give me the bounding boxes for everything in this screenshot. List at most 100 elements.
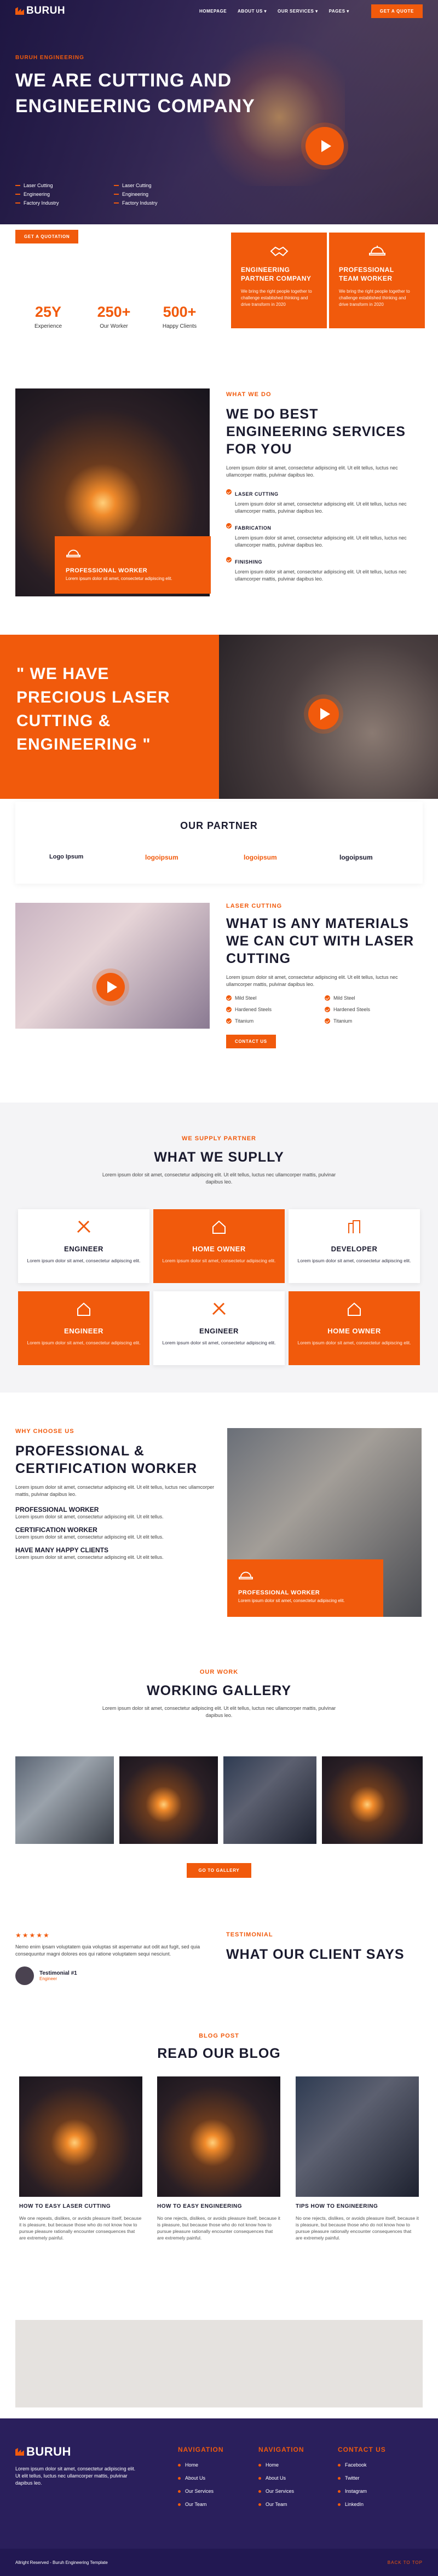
laser-play-button[interactable]	[96, 973, 125, 1001]
house-icon	[348, 1302, 361, 1316]
gallery-section: OUR WORK WORKING GALLERY Lorem ipsum dol…	[0, 1669, 438, 1899]
supply-card-engineer[interactable]: ENGINEER Lorem ipsum dolor sit amet, cons…	[18, 1209, 149, 1283]
instagram-link[interactable]: Instagram	[338, 2488, 386, 2494]
partner-logo[interactable]: logoipsum	[145, 854, 178, 861]
partner-logo[interactable]: logoipsum	[339, 854, 373, 861]
footer-contact: CONTACT US Facebook Twitter Instagram Linke…	[338, 2446, 386, 2507]
material-item: Titanium	[226, 1018, 325, 1025]
choose-item: HAVE MANY HAPPY CLIENTS Lorem ipsum dolor…	[15, 1546, 164, 1560]
feature-card-partner: ENGINEERING PARTNER COMPANY We bring the…	[231, 233, 327, 328]
quote-banner: " WE HAVE PRECIOUS LASER CUTTING & ENGIN…	[0, 635, 438, 799]
back-to-top-link[interactable]: BACK TO TOP	[388, 2560, 423, 2565]
footer-link[interactable]: Home	[258, 2462, 304, 2468]
feature-title: PROFESSIONAL TEAM WORKER	[339, 266, 394, 282]
badge-title: PROFESSIONAL WORKER	[66, 567, 148, 574]
stat-experience: 25Y Experience	[21, 304, 76, 330]
stat-value: 250+	[97, 304, 131, 320]
feature-card-team: PROFESSIONAL TEAM WORKER We bring the ri…	[329, 233, 425, 328]
main-menu: HOMEPAGE ABOUT US ▾ OUR SERVICES ▾ PAGES…	[199, 9, 349, 14]
gallery-image[interactable]	[119, 1756, 218, 1844]
check-icon	[226, 489, 232, 495]
hero-list-item: Factory Industry	[114, 200, 212, 206]
partner-logo[interactable]: logoipsum	[244, 854, 277, 861]
blog-post[interactable]: HOW TO EASY ENGINEERING No one rejects, d…	[157, 2076, 280, 2241]
footer-about: BURUH Lorem ipsum dolor sit amet, consec…	[15, 2445, 136, 2487]
laser-section: LASER CUTTING WHAT IS ANY MATERIALS WE C…	[0, 903, 438, 1083]
feature-title: ENGINEERING PARTNER COMPANY	[241, 266, 312, 282]
partners-title: OUR PARTNER	[180, 820, 258, 831]
footer-navigation-1: NAVIGATION Home About Us Our Services Our T…	[178, 2446, 224, 2507]
nav-item-pages[interactable]: PAGES ▾	[329, 9, 349, 14]
supply-card-developer[interactable]: DEVELOPER Lorem ipsum dolor sit amet, con…	[289, 1209, 420, 1283]
handshake-icon	[270, 246, 288, 257]
gallery-image[interactable]	[15, 1756, 114, 1844]
testimonial-text: Nemo enim ipsam voluptatem quia voluptas…	[15, 1944, 200, 1957]
banner-quote: " WE HAVE PRECIOUS LASER CUTTING & ENGIN…	[16, 665, 170, 753]
professional-worker-badge: PROFESSIONAL WORKER Lorem ipsum dolor si…	[227, 1559, 383, 1617]
check-icon	[226, 557, 232, 562]
stat-clients: 500+ Happy Clients	[152, 304, 207, 330]
partner-logo[interactable]: Logo Ipsum	[49, 854, 83, 860]
map-embed[interactable]	[15, 2320, 423, 2407]
supply-card-engineer[interactable]: ENGINEER Lorem ipsum dolor sit amet, cons…	[153, 1291, 285, 1365]
nav-item-services[interactable]: OUR SERVICES ▾	[278, 9, 318, 14]
rating-stars: ★★★★★	[15, 1931, 50, 1939]
blog-image	[157, 2076, 280, 2197]
section-intro: Lorem ipsum dolor sit amet, consectetur …	[102, 1172, 336, 1185]
linkedin-link[interactable]: LinkedIn	[338, 2502, 386, 2507]
gallery-image[interactable]	[322, 1756, 423, 1844]
supply-card-home-owner[interactable]: HOME OWNER Lorem ipsum dolor sit amet, co…	[153, 1209, 285, 1283]
footer: BURUH Lorem ipsum dolor sit amet, consec…	[0, 2418, 438, 2576]
building-icon	[348, 1220, 360, 1233]
professional-worker-badge: PROFESSIONAL WORKER Lorem ipsum dolor si…	[55, 536, 211, 594]
banner-play-button[interactable]	[308, 699, 339, 729]
choose-item: CERTIFICATION WORKER Lorem ipsum dolor si…	[15, 1526, 164, 1540]
footer-link[interactable]: Our Services	[258, 2488, 304, 2494]
footer-link[interactable]: Our Team	[258, 2502, 304, 2507]
material-item: Mild Steel	[226, 995, 325, 1002]
get-quote-button[interactable]: GET A QUOTE	[371, 4, 423, 18]
footer-link[interactable]: Our Services	[178, 2488, 224, 2494]
hero-play-button[interactable]	[306, 127, 344, 165]
stat-value: 500+	[163, 304, 197, 320]
hero-list-item: Engineering	[15, 192, 114, 197]
service-item-fabrication: FABRICATION Lorem ipsum dolor sit amet, c…	[226, 523, 423, 556]
tools-icon	[77, 1220, 91, 1233]
footer-link[interactable]: Our Team	[178, 2502, 224, 2507]
footer-link[interactable]: Home	[178, 2462, 224, 2468]
supply-card-home-owner[interactable]: HOME OWNER Lorem ipsum dolor sit amet, co…	[289, 1291, 420, 1365]
footer-about-text: Lorem ipsum dolor sit amet, consectetur …	[15, 2466, 136, 2486]
blog-section: BLOG POST READ OUR BLOG HOW TO EASY LASE…	[0, 2033, 438, 2295]
footer-bottom-bar: Allright Reserved - Buruh Engineering Te…	[0, 2549, 438, 2576]
section-kicker: WE SUPPLY PARTNER	[182, 1135, 256, 1142]
footer-logo[interactable]: BURUH	[15, 2445, 136, 2459]
facebook-link[interactable]: Facebook	[338, 2462, 386, 2468]
footer-link[interactable]: About Us	[258, 2475, 304, 2481]
tools-icon	[212, 1302, 226, 1315]
contact-us-button[interactable]: CONTACT US	[226, 1035, 276, 1048]
logo-icon	[15, 7, 24, 15]
material-item: Titanium	[325, 1018, 423, 1025]
get-quotation-button[interactable]: GET A QUOTATION	[15, 230, 79, 243]
badge-text: Lorem ipsum dolor sit amet, consectetur …	[66, 576, 172, 581]
go-to-gallery-button[interactable]: GO TO GALLERY	[186, 1863, 252, 1878]
avatar	[15, 1966, 34, 1985]
nav-item-homepage[interactable]: HOMEPAGE	[199, 9, 227, 14]
footer-link[interactable]: About Us	[178, 2475, 224, 2481]
blog-post[interactable]: TIPS HOW TO ENGINEERING No one rejects, d…	[296, 2076, 419, 2241]
gallery-image[interactable]	[223, 1756, 316, 1844]
blog-post[interactable]: HOW TO EASY LASER CUTTING We one repeats,…	[19, 2076, 142, 2241]
section-intro: Lorem ipsum dolor sit amet, consectetur …	[226, 974, 398, 987]
section-title: WORKING GALLERY	[146, 1683, 292, 1698]
section-kicker: TESTIMONIAL	[226, 1931, 273, 1938]
section-kicker: WHY CHOOSE US	[15, 1428, 74, 1435]
supply-card-engineer[interactable]: ENGINEER Lorem ipsum dolor sit amet, cons…	[18, 1291, 149, 1365]
brand-logo[interactable]: BURUH	[15, 5, 65, 17]
material-item: Mild Steel	[325, 995, 423, 1002]
testimonial-author: Testimonial #1 Engineer	[15, 1966, 212, 1985]
section-kicker: WHAT WE DO	[226, 391, 272, 398]
laser-photo	[15, 903, 210, 1029]
nav-item-about[interactable]: ABOUT US ▾	[238, 9, 267, 14]
partners-section: OUR PARTNER Logo Ipsum logoipsum logoips…	[0, 802, 438, 884]
twitter-link[interactable]: Twitter	[338, 2475, 386, 2481]
